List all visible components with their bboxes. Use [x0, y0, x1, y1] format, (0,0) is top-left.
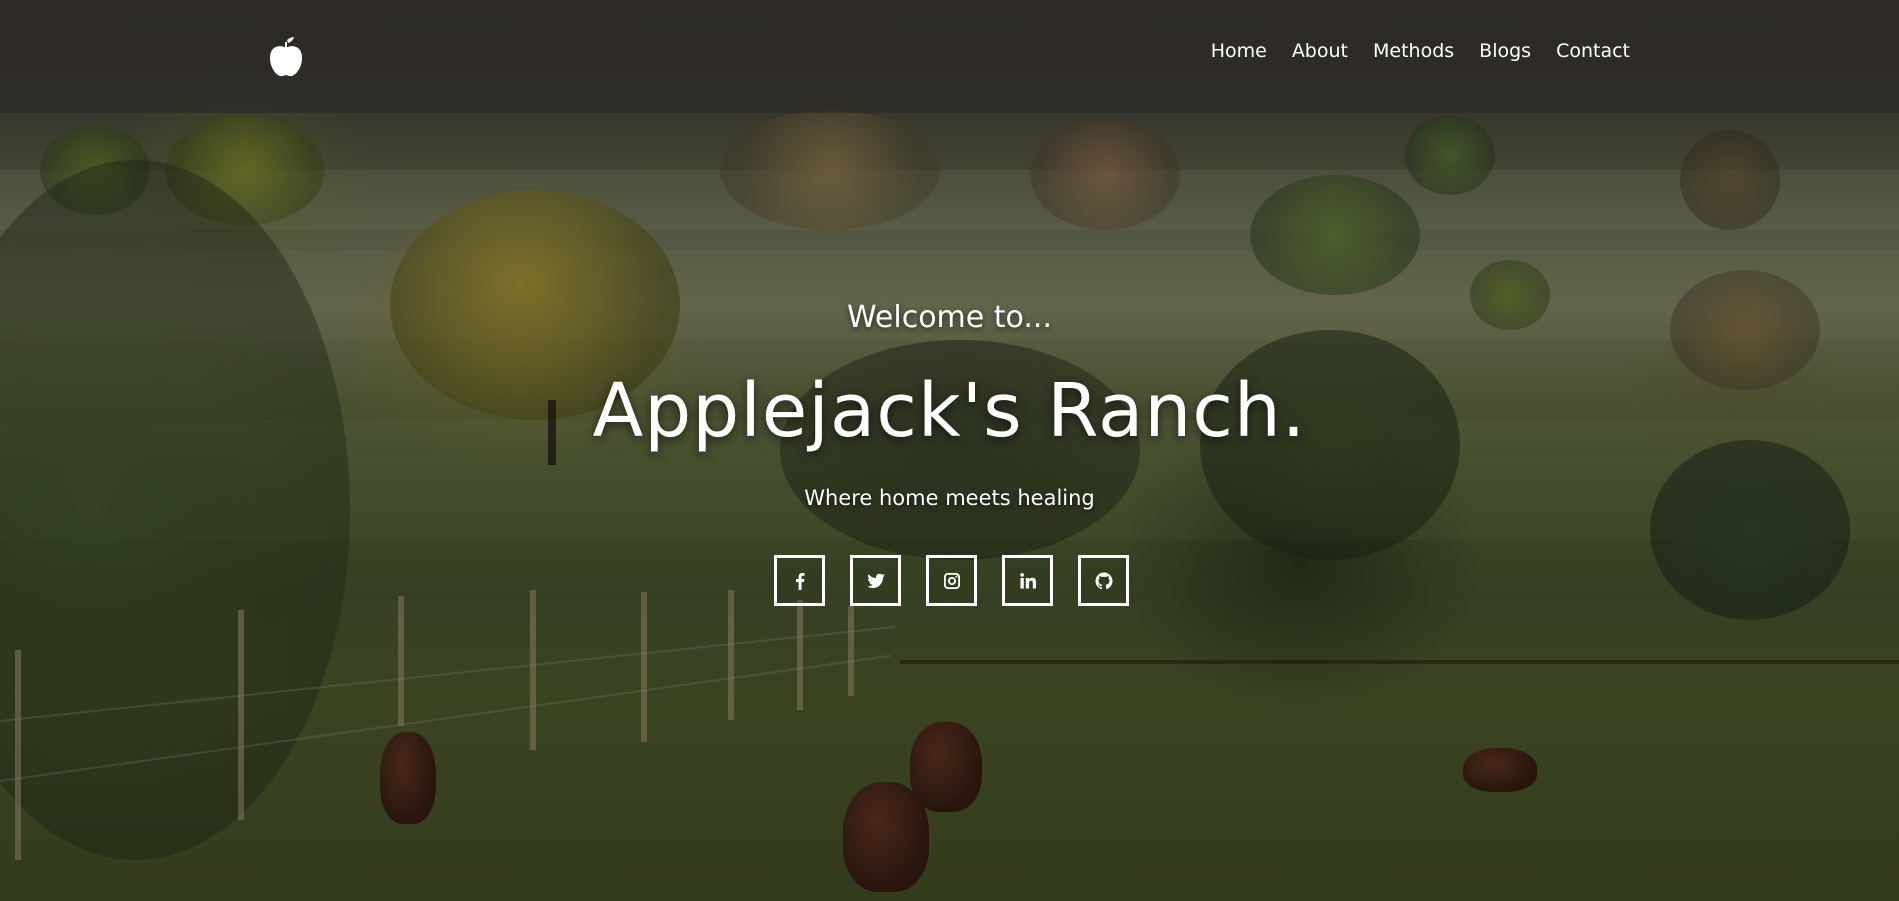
hero-content: Welcome to... Applejack's Ranch. Where h… — [0, 0, 1899, 901]
facebook-button[interactable] — [774, 555, 825, 606]
tagline: Where home meets healing — [804, 486, 1095, 510]
github-icon — [1095, 572, 1112, 589]
hero-background: Home About Methods Blogs Contact Welcome… — [0, 0, 1899, 901]
instagram-button[interactable] — [926, 555, 977, 606]
linkedin-icon — [1019, 572, 1036, 588]
facebook-icon — [795, 572, 804, 590]
social-links — [774, 555, 1129, 606]
twitter-icon — [866, 573, 885, 588]
instagram-icon — [943, 572, 960, 589]
twitter-button[interactable] — [850, 555, 901, 606]
page-title: Applejack's Ranch. — [592, 368, 1307, 454]
github-button[interactable] — [1078, 555, 1129, 606]
linkedin-button[interactable] — [1002, 555, 1053, 606]
welcome-text: Welcome to... — [847, 300, 1052, 335]
